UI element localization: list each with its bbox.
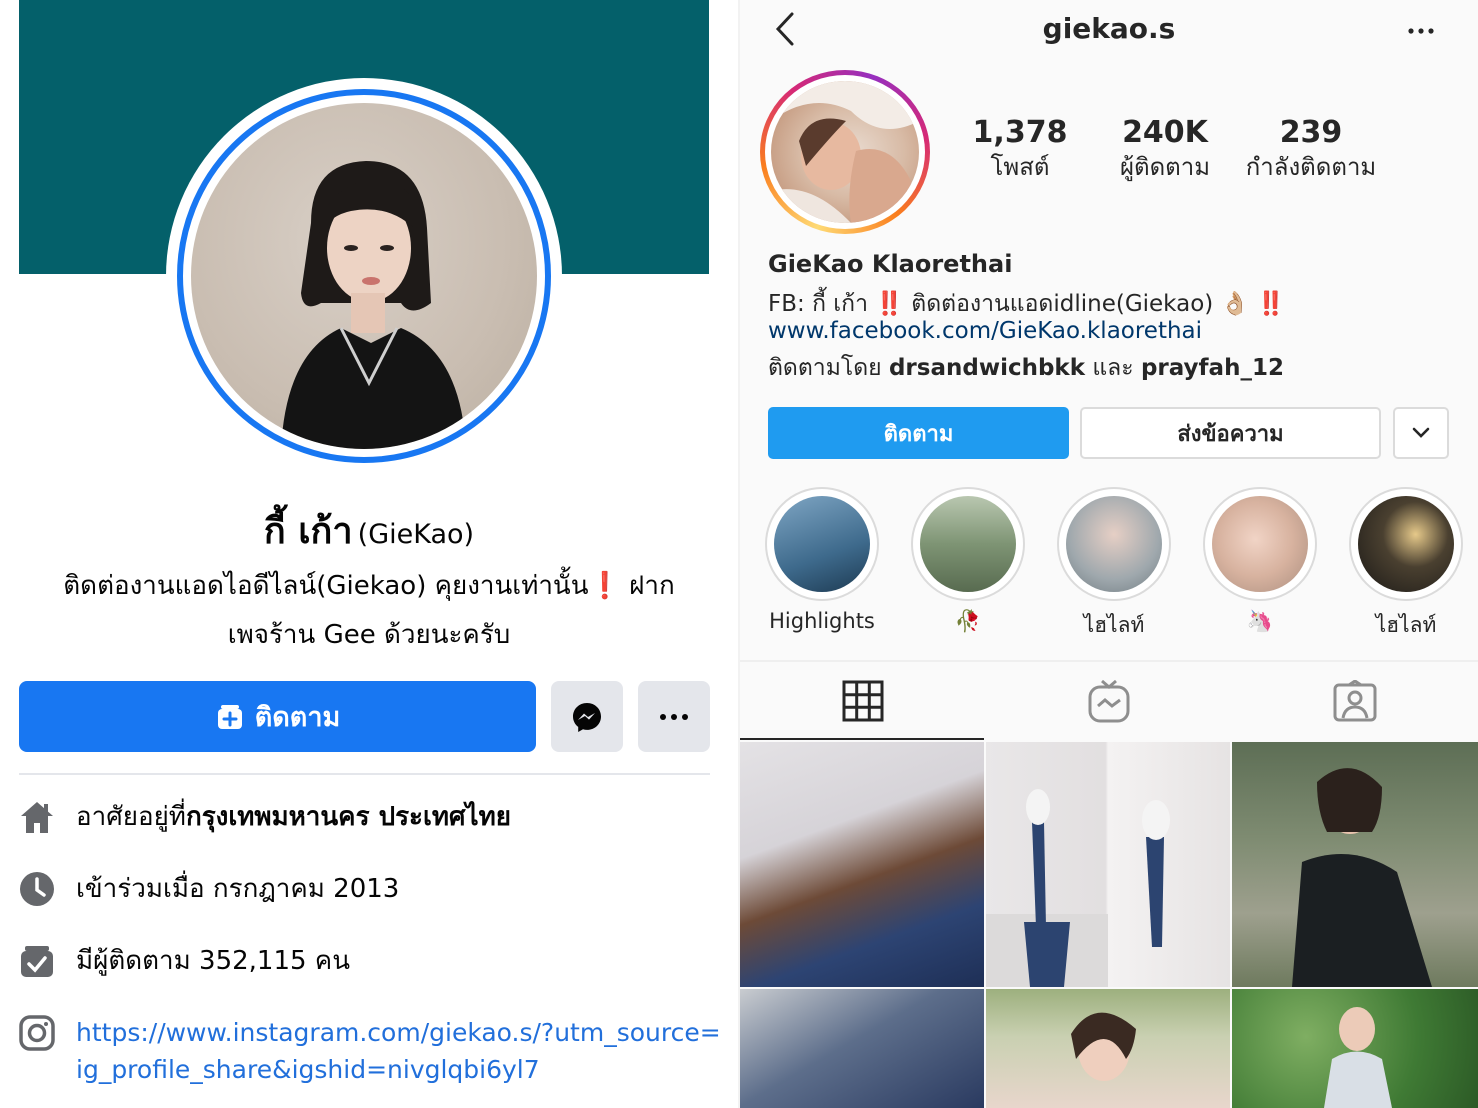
profile-picture[interactable]: [771, 81, 919, 223]
name-english: (GieKao): [357, 519, 475, 550]
info-followers: มีผู้ติดตาม 352,115 คน: [18, 940, 718, 981]
suggested-dropdown-button[interactable]: [1393, 407, 1449, 459]
instagram-icon: [19, 1015, 55, 1051]
message-button[interactable]: ส่งข้อความ: [1080, 407, 1381, 459]
igtv-icon: [1088, 679, 1130, 723]
info-joined: เข้าร่วมเมื่อ กรกฎาคม 2013: [18, 868, 718, 909]
bio-line: ติดต่องานแอดไอดีไลน์(Giekao) คุยงานเท่าน…: [63, 571, 675, 601]
follow-button[interactable]: ติดตาม: [19, 681, 536, 752]
post-thumbnail[interactable]: [1232, 989, 1478, 1108]
highlight-label: Highlights: [769, 609, 875, 633]
follow-icon: [217, 704, 242, 729]
highlight-item[interactable]: Highlights: [764, 487, 880, 633]
divider: [740, 660, 1478, 662]
highlight-cover: [774, 496, 870, 592]
highlight-item[interactable]: ไฮไลท์: [1056, 487, 1172, 642]
active-tab-indicator: [740, 738, 984, 740]
stat-label: ผู้ติดตาม: [1119, 153, 1211, 181]
highlight-cover: [1212, 496, 1308, 592]
more-dots-icon: [660, 713, 688, 720]
instagram-link[interactable]: https://www.instagram.com/giekao.s/?utm_…: [76, 1014, 726, 1088]
info-lives-in: อาศัยอยู่ที่ กรุงเทพมหานคร ประเทศไทย: [18, 796, 718, 837]
tagged-person-icon: [1333, 680, 1377, 722]
followed-by-and: และ: [1085, 355, 1141, 381]
lives-place[interactable]: กรุงเทพมหานคร ประเทศไทย: [186, 796, 511, 837]
highlight-label: ไฮไลท์: [1375, 613, 1437, 637]
name-thai: กี้ เก้า: [263, 511, 353, 552]
stat-following[interactable]: 239 กำลังติดตาม: [1236, 114, 1386, 182]
followed-by-prefix: ติดตามโดย: [768, 355, 889, 381]
followed-by[interactable]: ติดตามโดย drsandwichbkk และ prayfah_12: [768, 350, 1284, 386]
followers-icon: [18, 942, 56, 980]
username-title: giekao.s: [1042, 12, 1176, 45]
post-thumbnail[interactable]: [986, 742, 1230, 987]
instagram-profile: giekao.s 1,378 โพสต์ 240K ผู้ติดตาม 239 …: [740, 0, 1478, 1108]
lives-prefix: อาศัยอยู่ที่: [76, 802, 186, 832]
grid-icon: [842, 680, 884, 722]
page-title: กี้ เก้า (GieKao): [0, 502, 738, 559]
divider: [19, 773, 710, 775]
post-thumbnail[interactable]: [740, 742, 984, 987]
highlight-item[interactable]: 🦄: [1202, 487, 1318, 634]
more-options-icon[interactable]: [1406, 18, 1436, 44]
clock-icon: [18, 870, 56, 908]
messenger-button[interactable]: [551, 681, 623, 752]
bio-text: FB: กี้ เก้า: [768, 291, 876, 317]
followed-by-user[interactable]: prayfah_12: [1141, 355, 1284, 381]
bio-text: ติดต่องานแอดidline(Giekao) 👌🏼: [903, 291, 1257, 317]
more-button[interactable]: [638, 681, 710, 752]
follow-button[interactable]: ติดตาม: [768, 407, 1069, 459]
bio-line: เพจร้าน Gee ด้วยนะครับ: [227, 620, 511, 650]
website-link[interactable]: www.facebook.com/GieKao.klaorethai: [768, 318, 1202, 344]
stat-posts[interactable]: 1,378 โพสต์: [970, 114, 1070, 182]
highlight-item[interactable]: ไฮไลท์: [1348, 487, 1464, 642]
stat-followers[interactable]: 240K ผู้ติดตาม: [1105, 114, 1225, 182]
profile-picture[interactable]: [191, 103, 537, 449]
double-exclamation-icon: ‼️: [875, 291, 904, 317]
highlight-cover: [1358, 496, 1454, 592]
followers-text: มีผู้ติดตาม 352,115 คน: [76, 946, 350, 976]
stat-label: กำลังติดตาม: [1245, 153, 1377, 181]
messenger-icon: [573, 702, 601, 732]
highlight-cover: [920, 496, 1016, 592]
tab-tagged[interactable]: [1232, 676, 1478, 726]
stat-value: 239: [1279, 115, 1343, 150]
highlight-label: ไฮไลท์: [1083, 613, 1145, 637]
highlight-label: 🥀: [954, 609, 982, 633]
highlight-item[interactable]: 🥀: [910, 487, 1026, 634]
double-exclamation-icon: ‼️: [1256, 291, 1286, 317]
chevron-down-icon: [1412, 427, 1430, 438]
tab-grid[interactable]: [740, 676, 986, 726]
stat-label: โพสต์: [990, 153, 1050, 181]
joined-text: เข้าร่วมเมื่อ กรกฎาคม 2013: [76, 874, 400, 904]
stat-value: 1,378: [972, 115, 1068, 150]
bio: FB: กี้ เก้า ‼️ ติดต่องานแอดidline(Gieka…: [768, 286, 1285, 322]
post-thumbnail[interactable]: [740, 989, 984, 1108]
facebook-profile: กี้ เก้า (GieKao) ติดต่องานแอดไอดีไลน์(G…: [0, 0, 738, 1108]
tab-igtv[interactable]: [986, 676, 1232, 726]
home-icon: [18, 798, 56, 836]
highlight-cover: [1066, 496, 1162, 592]
followed-by-user[interactable]: drsandwichbkk: [889, 355, 1085, 381]
post-thumbnail[interactable]: [986, 989, 1230, 1108]
post-thumbnail[interactable]: [1232, 742, 1478, 987]
highlight-label: 🦄: [1246, 609, 1274, 633]
bio: ติดต่องานแอดไอดีไลน์(Giekao) คุยงานเท่าน…: [20, 562, 718, 660]
stat-value: 240K: [1122, 115, 1208, 150]
display-name: GieKao Klaorethai: [768, 250, 1013, 278]
follow-label: ติดตาม: [254, 702, 341, 733]
